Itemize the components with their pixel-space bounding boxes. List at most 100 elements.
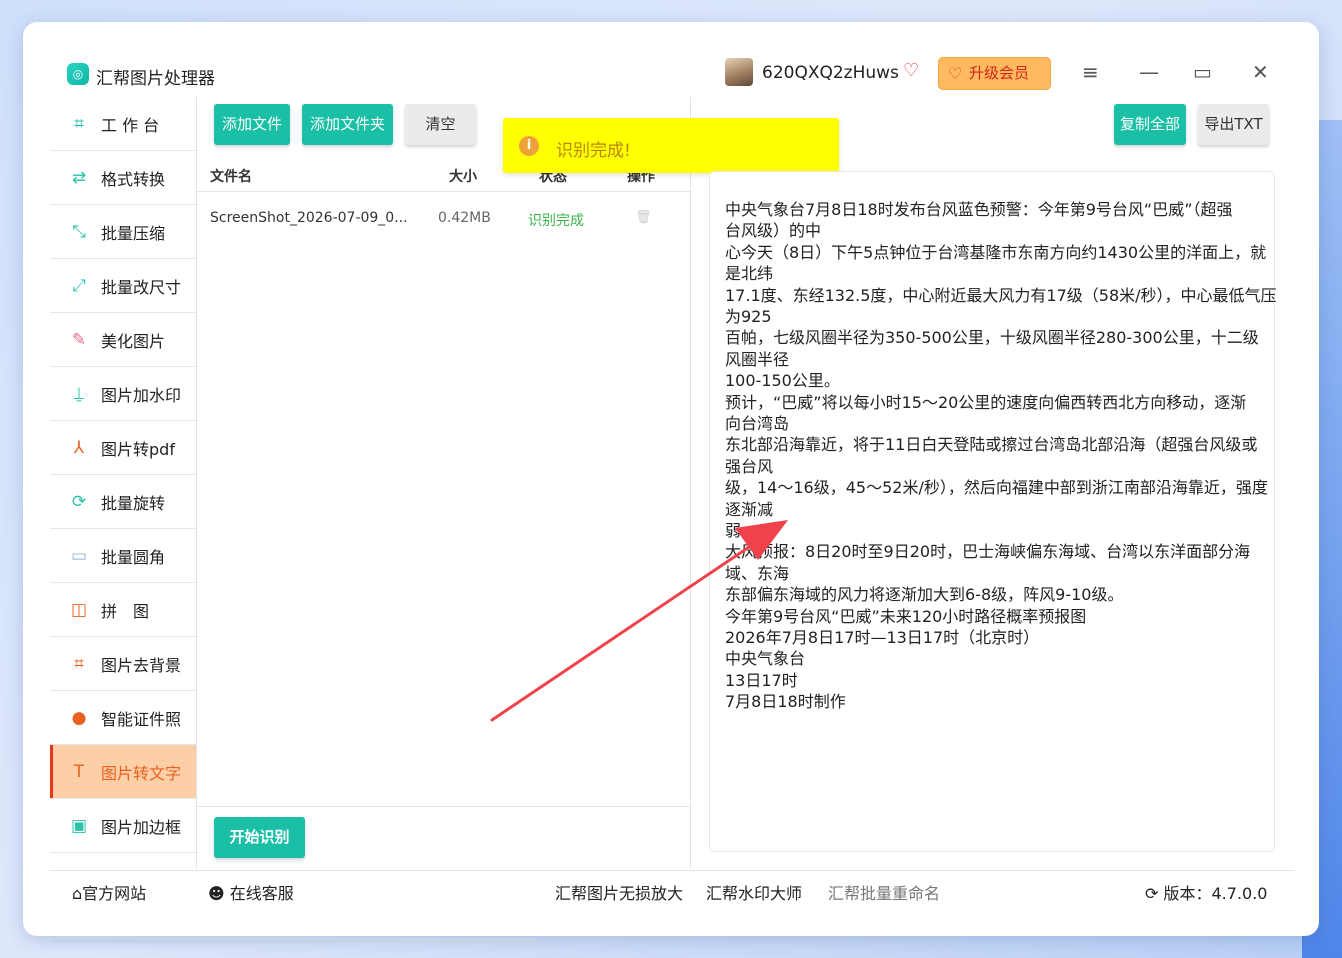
copy-all-button[interactable]: 复制全部 [1114,104,1186,145]
result-line: 域、东海 [725,563,790,583]
sidebar-item-label: 图片转文字 [101,763,182,783]
sidebar-item-label: 批量压缩 [101,223,166,243]
watermark-icon: ⍊ [73,383,85,404]
result-line: 是北纬 [725,264,774,284]
table-row[interactable]: ScreenShot_2026-07-09_0... 0.42MB 识别完成 🗑 [197,193,690,245]
refresh-icon: ⟳ [1145,884,1159,903]
crop-icon: ⌗ [74,653,84,674]
sidebar-item-label: 图片转pdf [101,439,175,459]
result-line: 中央气象台 [725,649,806,669]
compress-icon: ⤡ [72,221,86,242]
sidebar-item[interactable]: ✎ 美化图片 [50,313,196,367]
result-line: 今年第9号台风“巴威”未来120小时路径概率预报图 [725,606,1087,626]
result-line: 向台湾岛 [725,414,790,433]
result-line: 为925 [725,307,772,326]
upgrade-button[interactable]: ♡ 升级会员 [938,57,1051,90]
result-line: 台风级）的中 [725,221,822,241]
result-line: 东北部沿海靠近，将于11日白天登陆或擦过台湾岛北部沿海（超强台风级或 [725,435,1258,455]
footer-divider [197,806,690,807]
toast-notification: i 识别完成! [503,118,839,173]
sidebar-item[interactable]: ⤢ 批量改尺寸 [50,259,196,313]
home-icon: ⌂ [72,884,83,903]
result-line: 17.1度、东经132.5度，中心附近最大风力有17级（58米/秒），中心最低气… [725,285,1277,305]
sidebar-item[interactable]: ⇄ 格式转换 [50,151,196,205]
toast-text: 识别完成! [556,141,631,161]
info-icon: i [519,136,539,156]
watermark-master-link[interactable]: 汇帮水印大师 [706,880,802,904]
result-line: 中央气象台7月8日18时发布台风蓝色预警：今年第9号台风“巴威”（超强 [725,200,1233,219]
avatar[interactable] [725,58,753,86]
sidebar-item[interactable]: ⅄ 图片转pdf [50,421,196,475]
result-line: 东部偏东海域的风力将逐渐加大到6-8级，阵风9-10级。 [725,585,1124,605]
result-line: 13日17时 [725,670,798,690]
sidebar-item-label: 格式转换 [101,169,166,189]
sidebar-item[interactable]: ● 智能证件照 [50,691,196,745]
resize-icon: ⤢ [72,275,86,296]
sidebar-item[interactable]: ▭ 批量圆角 [50,529,196,583]
title-bar: ◎ 汇帮图片处理器 620QXQ2zHuws ♡ ♡ 升级会员 ≡ — ▭ ✕ [42,50,1292,96]
sidebar-item[interactable]: ⌗ 图片去背景 [50,637,196,691]
convert-icon: ⇄ [71,167,87,188]
export-txt-button[interactable]: 导出TXT [1198,104,1269,145]
result-line: 2026年7月8日17时—13日17时（北京时） [725,628,1040,647]
sidebar-item-label: 美化图片 [101,331,166,351]
col-filename: 文件名 [210,169,252,185]
sidebar-item[interactable]: ⤡ 批量压缩 [50,205,196,259]
sidebar-item[interactable]: ◫ 拼 图 [50,583,196,637]
col-size: 大小 [449,169,477,185]
start-recognition-button[interactable]: 开始识别 [214,817,305,858]
sidebar-item[interactable]: ⍊ 图片加水印 [50,367,196,421]
batch-rename-link[interactable]: 汇帮批量重命名 [828,880,940,904]
sidebar-item[interactable]: ▣ 图片加边框 [50,799,196,853]
support-icon: ☻ [208,884,225,903]
sidebar-item-label: 批量旋转 [101,493,166,513]
heart-gem-icon: ♡ [948,64,963,83]
sidebar-item-label: 工 作 台 [101,115,160,135]
sidebar: ⌗ 工 作 台 ⇄ 格式转换 ⤡ 批量压缩 ⤢ 批量改尺寸 ✎ 美化图片 ⍊ 图片加水印 ⅄ 图片转pdf… [50,97,196,869]
sidebar-item-label: 图片去背景 [101,655,182,675]
app-title: 汇帮图片处理器 [96,69,215,89]
pdf-icon: ⅄ [73,437,85,458]
frame-icon: ▣ [70,815,88,836]
website-link[interactable]: ⌂官方网站 [72,880,146,904]
sidebar-item[interactable]: ⟳ 批量旋转 [50,475,196,529]
service-link[interactable]: ☻ 在线客服 [208,880,294,904]
footer: ⌂官方网站 ☻ 在线客服 汇帮图片无损放大 汇帮水印大师 汇帮批量重命名 ⟳ 版… [50,870,1294,910]
add-folder-button[interactable]: 添加文件夹 [302,104,393,145]
sidebar-item-label: 批量圆角 [101,547,166,567]
username[interactable]: 620QXQ2zHuws [762,63,899,83]
result-text-area[interactable] [709,171,1275,852]
round-corner-icon: ▭ [70,545,88,566]
file-status: 识别完成 [528,213,584,229]
maximize-icon[interactable]: ▭ [1193,60,1212,84]
result-line: 心今天（8日）下午5点钟位于台湾基隆市东南方向约1430公里的洋面上，就 [725,242,1267,262]
close-icon[interactable]: ✕ [1252,60,1269,84]
lossless-upscale-link[interactable]: 汇帮图片无损放大 [555,880,683,904]
panel-divider [690,97,691,869]
result-line: 弱。 [725,521,758,540]
upgrade-label: 升级会员 [969,64,1030,82]
result-line: 强台风 [725,456,774,476]
rotate-icon: ⟳ [71,491,87,512]
minimize-icon[interactable]: — [1139,60,1159,84]
sidebar-item[interactable]: T 图片转文字 [50,745,196,799]
result-line: 风圈半径 [725,349,790,369]
beautify-icon: ✎ [71,329,87,350]
sidebar-item[interactable]: ⌗ 工 作 台 [50,97,196,151]
version-label: ⟳ 版本：4.7.0.0 [1145,884,1268,903]
result-line: 大风预报：8日20时至9日20时，巴士海峡偏东海域、台湾以东洋面部分海 [725,542,1251,562]
vip-heart-icon: ♡ [903,60,920,81]
add-file-button[interactable]: 添加文件 [214,104,290,145]
trash-icon[interactable]: 🗑 [635,210,652,225]
puzzle-icon: ◫ [70,599,88,620]
text-icon: T [73,761,85,782]
clear-button[interactable]: 清空 [405,104,476,145]
app-logo-icon: ◎ [67,63,89,85]
result-line: 预计，“巴威”将以每小时15～20公里的速度向偏西转西北方向移动，逐渐 [725,392,1247,412]
menu-icon[interactable]: ≡ [1082,60,1099,84]
horizontal-scrollbar[interactable] [50,938,538,943]
grid-icon: ⌗ [74,113,84,134]
result-line: 级，14～16级，45～52米/秒），然后向福建中部到浙江南部沿海靠近，强度 [725,478,1268,498]
result-line: 百帕，七级风圈半径为350-500公里，十级风圈半径280-300公里，十二级 [725,328,1259,348]
sidebar-item-label: 图片加边框 [101,817,182,837]
